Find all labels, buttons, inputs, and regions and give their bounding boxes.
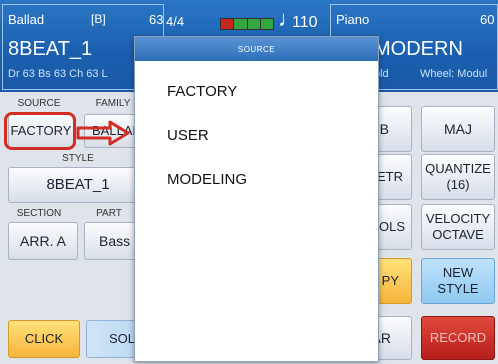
quantize-label: QUANTIZE bbox=[425, 161, 491, 176]
voice-type: Piano bbox=[336, 12, 370, 27]
source-dialog: SOURCE FACTORY USER MODELING bbox=[134, 36, 379, 362]
section-button[interactable]: ARR. A bbox=[8, 222, 78, 260]
option-factory[interactable]: FACTORY bbox=[167, 83, 237, 100]
velocity-octave-button[interactable]: VELOCITY OCTAVE bbox=[421, 204, 495, 250]
beat-1 bbox=[221, 19, 235, 29]
maj-button[interactable]: MAJ bbox=[421, 106, 495, 152]
time-signature: 4/4 bbox=[166, 14, 185, 29]
style-number: 63 bbox=[149, 12, 164, 27]
tempo-value: 110 bbox=[292, 14, 318, 31]
style-button[interactable]: 8BEAT_1 bbox=[8, 167, 148, 203]
option-user[interactable]: USER bbox=[167, 127, 209, 144]
beat-indicator bbox=[220, 18, 274, 30]
beat-3 bbox=[247, 19, 261, 29]
arrow-icon bbox=[76, 120, 130, 146]
tempo-area[interactable]: 4/4 ♩ 110 bbox=[166, 4, 326, 34]
option-modeling[interactable]: MODELING bbox=[167, 171, 247, 188]
quantize-button[interactable]: QUANTIZE (16) bbox=[421, 154, 495, 200]
record-button[interactable]: RECORD bbox=[421, 316, 495, 360]
source-dialog-title: SOURCE bbox=[135, 37, 378, 61]
voice-name: MODERN bbox=[374, 38, 463, 60]
part-label: PART bbox=[96, 208, 122, 219]
style-name: 8BEAT_1 bbox=[8, 38, 93, 60]
style-label: STYLE bbox=[62, 153, 94, 164]
family-label: FAMILY bbox=[95, 98, 131, 109]
style-bank: [B] bbox=[91, 12, 106, 26]
click-button[interactable]: CLICK bbox=[8, 320, 80, 358]
quantize-value: (16) bbox=[446, 177, 470, 192]
style-type: Ballad bbox=[8, 12, 45, 27]
voice-wheel: Wheel: Modul bbox=[420, 68, 488, 80]
new-style-button[interactable]: NEW STYLE bbox=[421, 258, 495, 304]
section-label: SECTION bbox=[16, 208, 62, 219]
style-info: Dr 63 Bs 63 Ch 63 L bbox=[8, 68, 108, 80]
source-label: SOURCE bbox=[17, 98, 61, 109]
beat-4 bbox=[260, 19, 273, 29]
source-highlight bbox=[4, 112, 76, 150]
beat-2 bbox=[234, 19, 248, 29]
velocity-label: VELOCITY bbox=[425, 211, 491, 226]
octave-label: OCTAVE bbox=[432, 227, 484, 242]
voice-number: 60 bbox=[480, 12, 495, 27]
